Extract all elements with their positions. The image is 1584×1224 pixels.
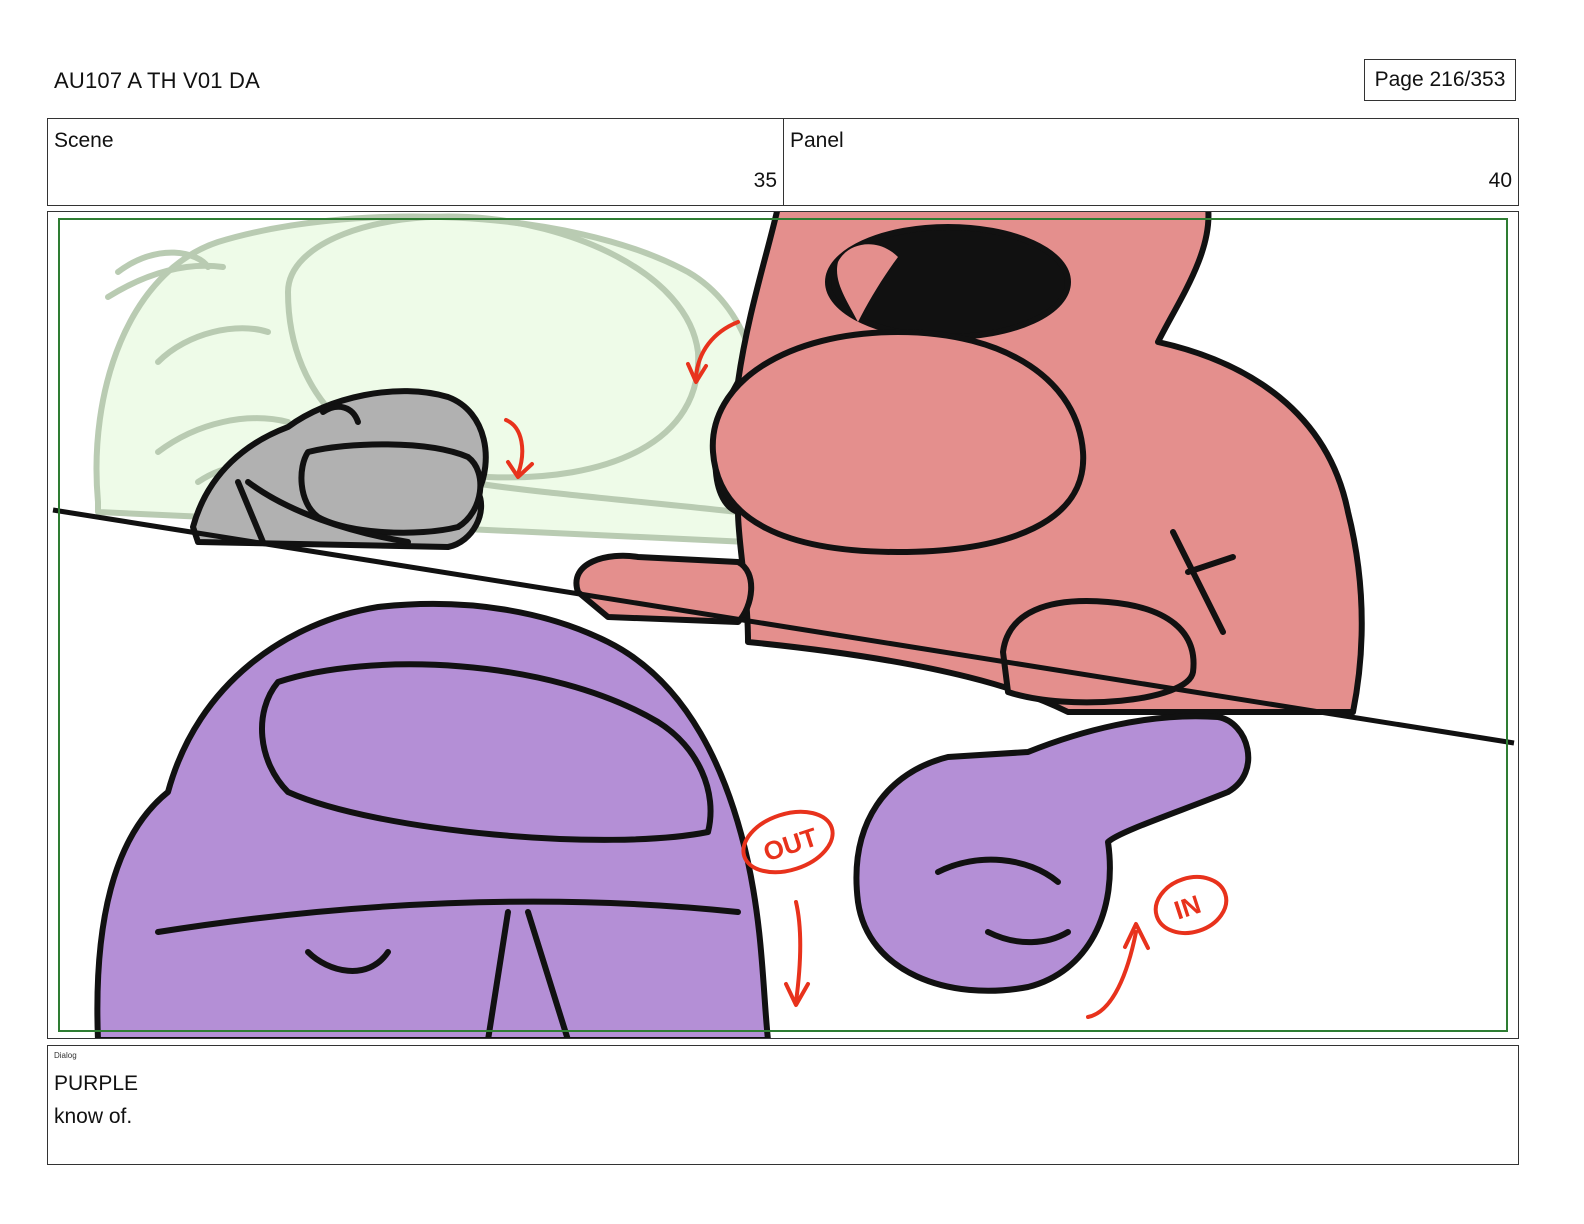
panel-cell: Panel 40 [784,119,1518,205]
scene-number: 35 [753,169,777,192]
storyboard-panel-image: OUT IN [47,211,1519,1039]
document-title: AU107 A TH V01 DA [54,68,260,93]
scene-cell: Scene 35 [48,119,784,205]
scene-panel-row: Scene 35 Panel 40 [47,118,1519,206]
dialog-speaker: PURPLE [54,1072,139,1095]
dialog-line: know of. [54,1105,133,1128]
annotation-in: IN [1171,889,1205,926]
up-arrow-icon [1086,930,1138,1019]
down-arrow-icon [794,900,803,1004]
dialog-box: Dialog PURPLE know of. [47,1045,1519,1165]
page-number: Page 216/353 [1364,59,1516,101]
panel-label: Panel [790,129,844,152]
scene-label: Scene [54,129,114,152]
dialog-label: Dialog [54,1051,77,1060]
panel-number: 40 [1488,169,1512,192]
storyboard-drawing: OUT IN [52,212,1515,1038]
